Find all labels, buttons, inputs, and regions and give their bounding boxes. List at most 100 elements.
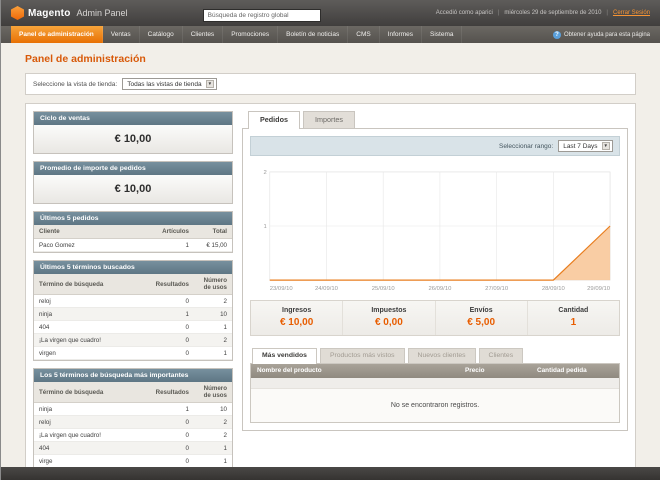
svg-text:26/09/10: 26/09/10: [428, 286, 452, 292]
svg-text:1: 1: [264, 224, 267, 230]
orders-chart: 23/09/10 24/09/10 25/09/10 26/09/10 27/09/10…: [250, 156, 620, 296]
cell-usos: 1: [194, 454, 232, 468]
cell-resultados: 0: [150, 415, 194, 429]
cell-resultados: 0: [150, 454, 194, 468]
nav-item-ventas[interactable]: Ventas: [103, 26, 140, 43]
empty-grid-stripe: [251, 377, 619, 389]
chevron-down-icon: ▼: [205, 80, 215, 88]
nav-item-clientes[interactable]: Clientes: [183, 26, 224, 43]
logout-link[interactable]: Cerrar Sesión: [613, 10, 650, 16]
last-orders-table: Cliente Artículos Total Paco Gomez 1 € 1…: [34, 225, 232, 252]
top-header: Magento Admin Panel Accedió como aparici…: [1, 0, 660, 26]
cell-resultados: 1: [150, 307, 194, 321]
stat-value: 1: [570, 316, 577, 328]
dashboard-left-column: Ciclo de ventas € 10,00 Promedio de impo…: [33, 111, 233, 476]
current-date-text: miércoles 29 de septiembre de 2010: [504, 10, 602, 16]
table-row[interactable]: ninja 1 10: [34, 307, 232, 321]
dashboard-panel: Ciclo de ventas € 10,00 Promedio de impo…: [25, 103, 636, 480]
table-row[interactable]: ¡La virgen que cuadro! 0 2: [34, 333, 232, 347]
cell-termino: reloj: [34, 294, 151, 308]
cell-usos: 2: [194, 428, 232, 442]
store-view-selected-value: Todas las vistas de tienda: [127, 80, 202, 88]
tab-clientes[interactable]: Clientes: [478, 347, 524, 363]
cell-termino: ¡La virgen que cuadro!: [34, 333, 151, 347]
cell-usos: 10: [194, 307, 232, 321]
nav-item-sistema[interactable]: Sistema: [422, 26, 463, 43]
stat-label: Ingresos: [282, 306, 312, 314]
store-view-select[interactable]: Todas las vistas de tienda ▼: [122, 78, 218, 90]
last-orders-title: Últimos 5 pedidos: [34, 212, 232, 225]
cell-usos: 1: [194, 441, 232, 455]
orders-chart-svg: 23/09/10 24/09/10 25/09/10 26/09/10 27/09/10…: [264, 170, 611, 292]
table-header-row: Término de búsqueda Resultados Número de…: [34, 382, 232, 403]
nav-item-dashboard[interactable]: Panel de administración: [11, 26, 103, 43]
main-nav: Panel de administración Ventas Catálogo …: [1, 26, 660, 43]
col-resultados: Resultados: [150, 274, 194, 295]
help-icon: ?: [552, 30, 561, 39]
help-label: Obtener ayuda para esta página: [563, 31, 650, 38]
range-select[interactable]: Last 7 Days ▼: [558, 140, 613, 152]
svg-text:29/09/10: 29/09/10: [587, 286, 611, 292]
store-view-label: Seleccione la vista de tienda:: [33, 80, 118, 88]
store-view-switcher: Seleccione la vista de tienda: Todas las…: [25, 73, 636, 95]
cell-total: € 15,00: [194, 238, 232, 252]
svg-text:23/09/10: 23/09/10: [270, 286, 294, 292]
cell-termino: ninja: [34, 402, 151, 416]
magento-logo[interactable]: Magento Admin Panel: [11, 6, 128, 20]
nav-item-boletin[interactable]: Boletín de noticias: [278, 26, 349, 43]
average-orders-title: Promedio de importe de pedidos: [34, 162, 232, 175]
stat-label: Cantidad: [558, 306, 589, 314]
tab-importes[interactable]: Importes: [302, 111, 355, 128]
stat-value: € 10,00: [279, 316, 314, 328]
nav-item-promociones[interactable]: Promociones: [223, 26, 279, 43]
grid-header-row: Nombre del producto Precio Cantidad pedi…: [251, 363, 619, 378]
cell-resultados: 0: [150, 346, 194, 360]
col-cliente: Cliente: [34, 225, 156, 239]
table-row[interactable]: reloj 0 2: [34, 415, 232, 429]
logo-text: Magento: [28, 7, 71, 19]
separator: |: [497, 10, 500, 16]
top-search-terms-title: Los 5 términos de búsqueda más important…: [34, 369, 232, 382]
table-row[interactable]: Paco Gomez 1 € 15,00: [34, 238, 232, 252]
tab-mas-vendidos[interactable]: Más vendidos: [252, 347, 317, 364]
dashboard-right-column: Pedidos Importes Seleccionar rango: Last…: [242, 111, 628, 431]
table-row[interactable]: 404 0 1: [34, 441, 232, 455]
cell-usos: 2: [194, 333, 232, 347]
table-header-row: Término de búsqueda Resultados Número de…: [34, 274, 232, 295]
cell-articulos: 1: [156, 238, 194, 252]
nav-item-informes[interactable]: Informes: [380, 26, 422, 43]
table-row[interactable]: ¡La virgen que cuadro! 0 2: [34, 428, 232, 442]
tab-nuevos-clientes[interactable]: Nuevos clientes: [407, 347, 476, 363]
stat-envios: Envíos € 5,00: [434, 300, 527, 335]
svg-text:25/09/10: 25/09/10: [372, 286, 396, 292]
last-search-terms-table: Término de búsqueda Resultados Número de…: [34, 274, 232, 360]
cell-resultados: 0: [150, 320, 194, 334]
page-help-link[interactable]: ? Obtener ayuda para esta página: [552, 26, 650, 43]
table-row[interactable]: 404 0 1: [34, 320, 232, 334]
cell-termino: reloj: [34, 415, 151, 429]
lifetime-sales-value: € 10,00: [34, 125, 232, 153]
stat-cantidad: Cantidad 1: [526, 300, 619, 335]
global-search-input[interactable]: [202, 9, 321, 22]
range-bar: Seleccionar rango: Last 7 Days ▼: [250, 136, 620, 156]
table-row[interactable]: reloj 0 2: [34, 294, 232, 308]
table-row[interactable]: virgen 0 1: [34, 346, 232, 360]
table-header-row: Cliente Artículos Total: [34, 225, 232, 239]
nav-item-catalogo[interactable]: Catálogo: [140, 26, 183, 43]
cell-usos: 2: [194, 415, 232, 429]
grid-tabs: Más vendidos Productos más vistos Nuevos…: [250, 347, 620, 364]
stat-impuestos: Impuestos € 0,00: [342, 300, 434, 335]
magento-logo-icon: [11, 6, 24, 20]
table-row[interactable]: ninja 1 10: [34, 402, 232, 416]
cell-usos: 1: [194, 346, 232, 360]
lifetime-sales-box: Ciclo de ventas € 10,00: [33, 111, 233, 154]
table-row[interactable]: virge 0 1: [34, 454, 232, 468]
cell-cliente: Paco Gomez: [34, 238, 156, 252]
content-area: Panel de administración Seleccione la vi…: [1, 43, 660, 480]
cell-termino: 404: [34, 441, 151, 455]
nav-item-cms[interactable]: CMS: [348, 26, 380, 43]
tab-pedidos[interactable]: Pedidos: [248, 111, 300, 129]
totals-bar: Ingresos € 10,00 Impuestos € 0,00 Envíos…: [250, 299, 620, 336]
tab-productos-mas-vistos[interactable]: Productos más vistos: [319, 347, 405, 363]
logo-subtitle: Admin Panel: [76, 8, 128, 18]
